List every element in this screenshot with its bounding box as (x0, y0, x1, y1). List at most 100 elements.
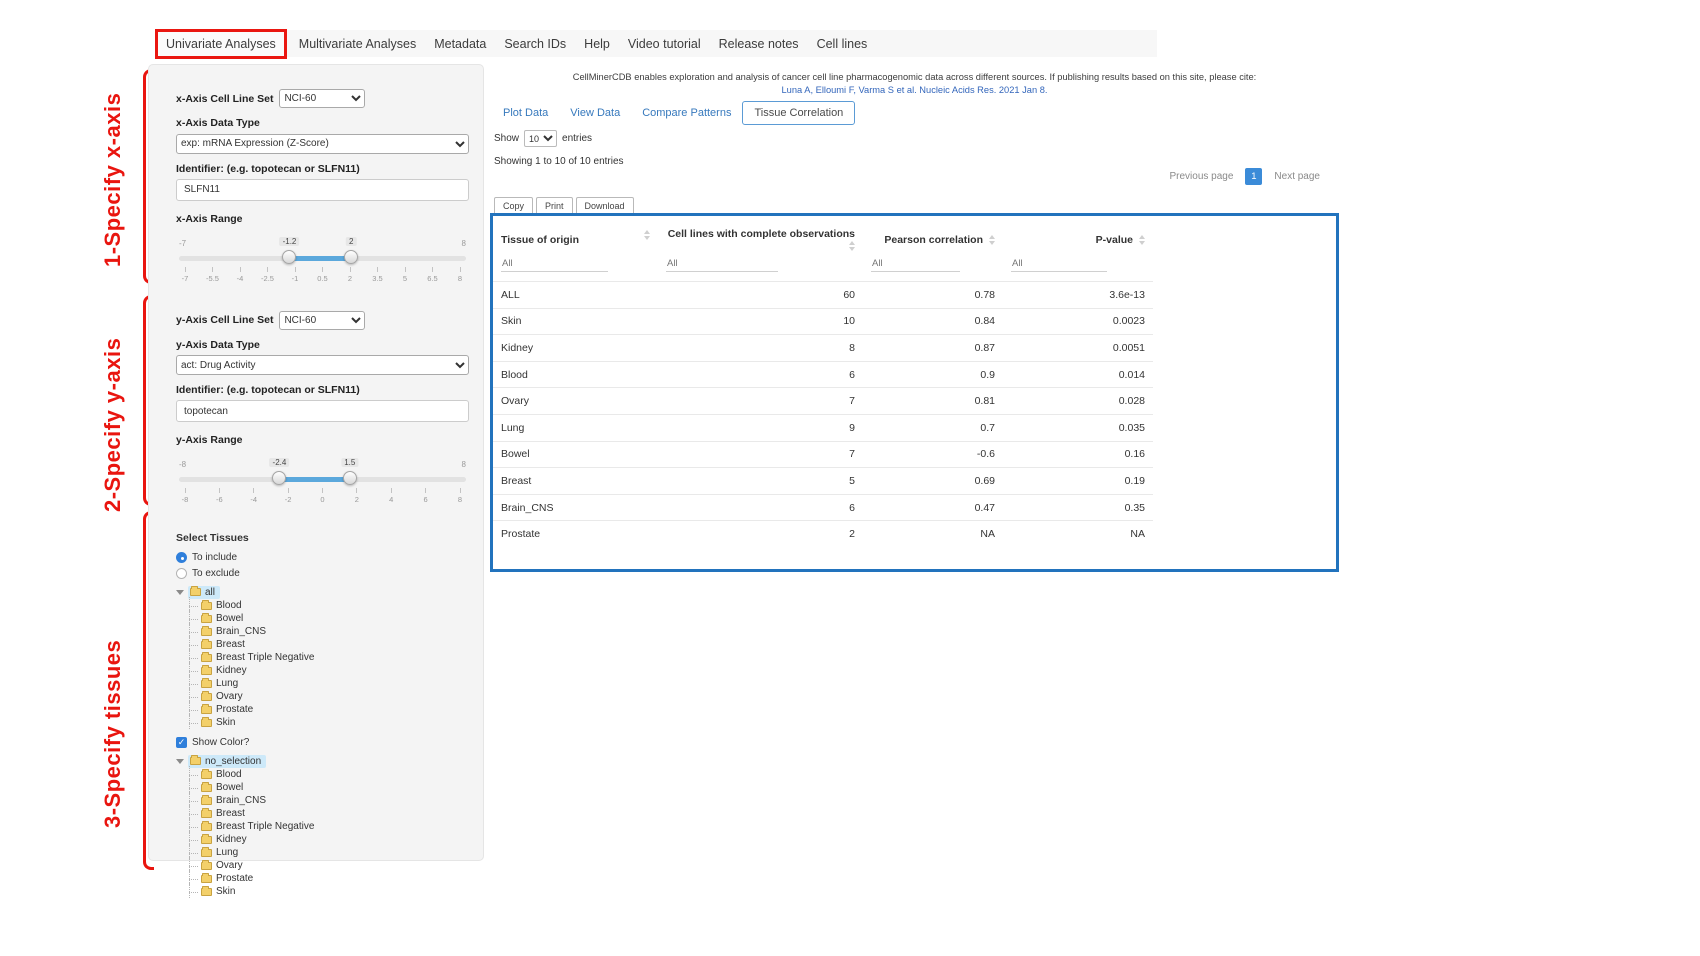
col-header-pearson[interactable]: Pearson correlation (863, 218, 1003, 256)
nav-item[interactable]: Metadata (425, 31, 495, 57)
x-axis-range-slider[interactable]: -7 8 -1.2 2 -7 -5.5 -4 -2.5 -1 0.5 2 3.5… (179, 241, 466, 291)
table-row[interactable]: Blood 6 0.9 0.014 (493, 361, 1153, 388)
tree-item[interactable]: Lung (189, 677, 469, 690)
tree-root-no-selection[interactable]: no_selection (176, 754, 469, 768)
tissue-correlation-table: Tissue of origin Cell lines with complet… (493, 218, 1153, 547)
folder-icon (201, 849, 212, 857)
nav-item[interactable]: Release notes (710, 31, 808, 57)
tab[interactable]: Tissue Correlation (742, 101, 855, 125)
slider-right-handle[interactable] (343, 471, 357, 485)
tree-item[interactable]: Brain_CNS (189, 625, 469, 638)
y-axis-identifier-input[interactable] (176, 400, 469, 422)
cell-pearson: -0.6 (863, 441, 1003, 468)
tree-item[interactable]: Ovary (189, 690, 469, 703)
tree-item[interactable]: Breast (189, 807, 469, 820)
folder-icon (201, 667, 212, 675)
tree-item[interactable]: Prostate (189, 872, 469, 885)
table-row[interactable]: Breast 5 0.69 0.19 (493, 468, 1153, 495)
x-axis-cell-line-set-label: x-Axis Cell Line Set (176, 93, 273, 105)
sort-icon[interactable] (849, 241, 855, 251)
sort-icon[interactable] (1139, 235, 1145, 245)
tree-item[interactable]: Prostate (189, 703, 469, 716)
col-header-pvalue[interactable]: P-value (1003, 218, 1153, 256)
table-row[interactable]: ALL 60 0.78 3.6e-13 (493, 282, 1153, 309)
tree-item-label: Brain_CNS (216, 795, 266, 806)
filter-pvalue-input[interactable] (1011, 256, 1107, 272)
tree-item[interactable]: Bowel (189, 781, 469, 794)
slider-ticks: -7 -5.5 -4 -2.5 -1 0.5 2 3.5 5 6.5 8 (175, 267, 470, 283)
cell-pearson: 0.9 (863, 361, 1003, 388)
folder-icon (190, 588, 201, 596)
sort-icon[interactable] (989, 235, 995, 245)
tree-item[interactable]: Breast (189, 638, 469, 651)
tab[interactable]: Plot Data (492, 102, 559, 124)
tissue-correlation-table-box: Tissue of origin Cell lines with complet… (490, 213, 1339, 572)
tree-item[interactable]: Breast Triple Negative (189, 651, 469, 664)
tree-item[interactable]: Kidney (189, 664, 469, 677)
folder-icon (201, 784, 212, 792)
table-row[interactable]: Brain_CNS 6 0.47 0.35 (493, 494, 1153, 521)
slider-left-handle[interactable] (272, 471, 286, 485)
table-row[interactable]: Lung 9 0.7 0.035 (493, 414, 1153, 441)
tree-item[interactable]: Blood (189, 599, 469, 612)
slider-min-label: -7 (179, 239, 186, 248)
sort-icon[interactable] (644, 230, 650, 240)
tab[interactable]: Compare Patterns (631, 102, 742, 124)
filter-tissue-input[interactable] (501, 256, 608, 272)
slider-tick-label: 4 (381, 488, 401, 504)
tree-root-all[interactable]: all (176, 585, 469, 599)
nav-item[interactable]: Cell lines (808, 31, 877, 57)
table-row[interactable]: Kidney 8 0.87 0.0051 (493, 335, 1153, 362)
table-row[interactable]: Prostate 2 NA NA (493, 521, 1153, 547)
cell-pvalue: 0.16 (1003, 441, 1153, 468)
tree-item[interactable]: Ovary (189, 859, 469, 872)
x-axis-cell-line-set-select[interactable]: NCI-60 (279, 89, 365, 108)
x-axis-data-type-select[interactable]: exp: mRNA Expression (Z-Score) (176, 134, 469, 154)
tissues-include-radio[interactable]: To include (176, 552, 469, 563)
tree-item[interactable]: Skin (189, 716, 469, 729)
page-1-button[interactable]: 1 (1245, 168, 1262, 185)
cell-count: 6 (658, 361, 863, 388)
y-axis-range-slider[interactable]: -8 8 -2.4 1.5 -8 -6 -4 -2 0 2 4 6 8 (179, 462, 466, 512)
tree-item[interactable]: Skin (189, 885, 469, 898)
tree-item[interactable]: Kidney (189, 833, 469, 846)
cell-pvalue: NA (1003, 521, 1153, 547)
folder-icon (201, 693, 212, 701)
page-length-select[interactable]: 10 (524, 130, 557, 147)
citation-link[interactable]: Luna A, Elloumi F, Varma S et al. Nuclei… (490, 84, 1339, 97)
chevron-down-icon[interactable] (176, 590, 184, 595)
folder-icon (201, 888, 212, 896)
folder-icon (201, 823, 212, 831)
table-row[interactable]: Skin 10 0.84 0.0023 (493, 308, 1153, 335)
next-page-button[interactable]: Next page (1269, 167, 1325, 186)
tree-item[interactable]: Lung (189, 846, 469, 859)
folder-icon (201, 836, 212, 844)
tab[interactable]: View Data (559, 102, 631, 124)
y-axis-data-type-select[interactable]: act: Drug Activity (176, 355, 469, 375)
y-axis-cell-line-set-select[interactable]: NCI-60 (279, 311, 365, 330)
include-radio-label: To include (192, 552, 237, 563)
tree-item[interactable]: Bowel (189, 612, 469, 625)
filter-pearson-input[interactable] (871, 256, 960, 272)
previous-page-button[interactable]: Previous page (1164, 167, 1238, 186)
slider-tick-label: 0.5 (313, 267, 333, 283)
slider-right-handle[interactable] (344, 250, 358, 264)
x-axis-identifier-input[interactable] (176, 179, 469, 201)
slider-left-handle[interactable] (282, 250, 296, 264)
tree-item[interactable]: Brain_CNS (189, 794, 469, 807)
tree-item[interactable]: Blood (189, 768, 469, 781)
table-row[interactable]: Bowel 7 -0.6 0.16 (493, 441, 1153, 468)
nav-item[interactable]: Univariate Analyses (155, 29, 287, 59)
show-color-checkbox[interactable]: ✓ Show Color? (176, 737, 469, 748)
tree-item[interactable]: Breast Triple Negative (189, 820, 469, 833)
table-row[interactable]: Ovary 7 0.81 0.028 (493, 388, 1153, 415)
nav-item[interactable]: Help (575, 31, 619, 57)
nav-item[interactable]: Video tutorial (619, 31, 710, 57)
col-header-cell-lines[interactable]: Cell lines with complete observations (658, 218, 863, 256)
tissues-exclude-radio[interactable]: To exclude (176, 568, 469, 579)
chevron-down-icon[interactable] (176, 759, 184, 764)
filter-cell-lines-input[interactable] (666, 256, 778, 272)
nav-item[interactable]: Multivariate Analyses (290, 31, 425, 57)
nav-item[interactable]: Search IDs (495, 31, 575, 57)
col-header-tissue[interactable]: Tissue of origin (493, 218, 658, 256)
